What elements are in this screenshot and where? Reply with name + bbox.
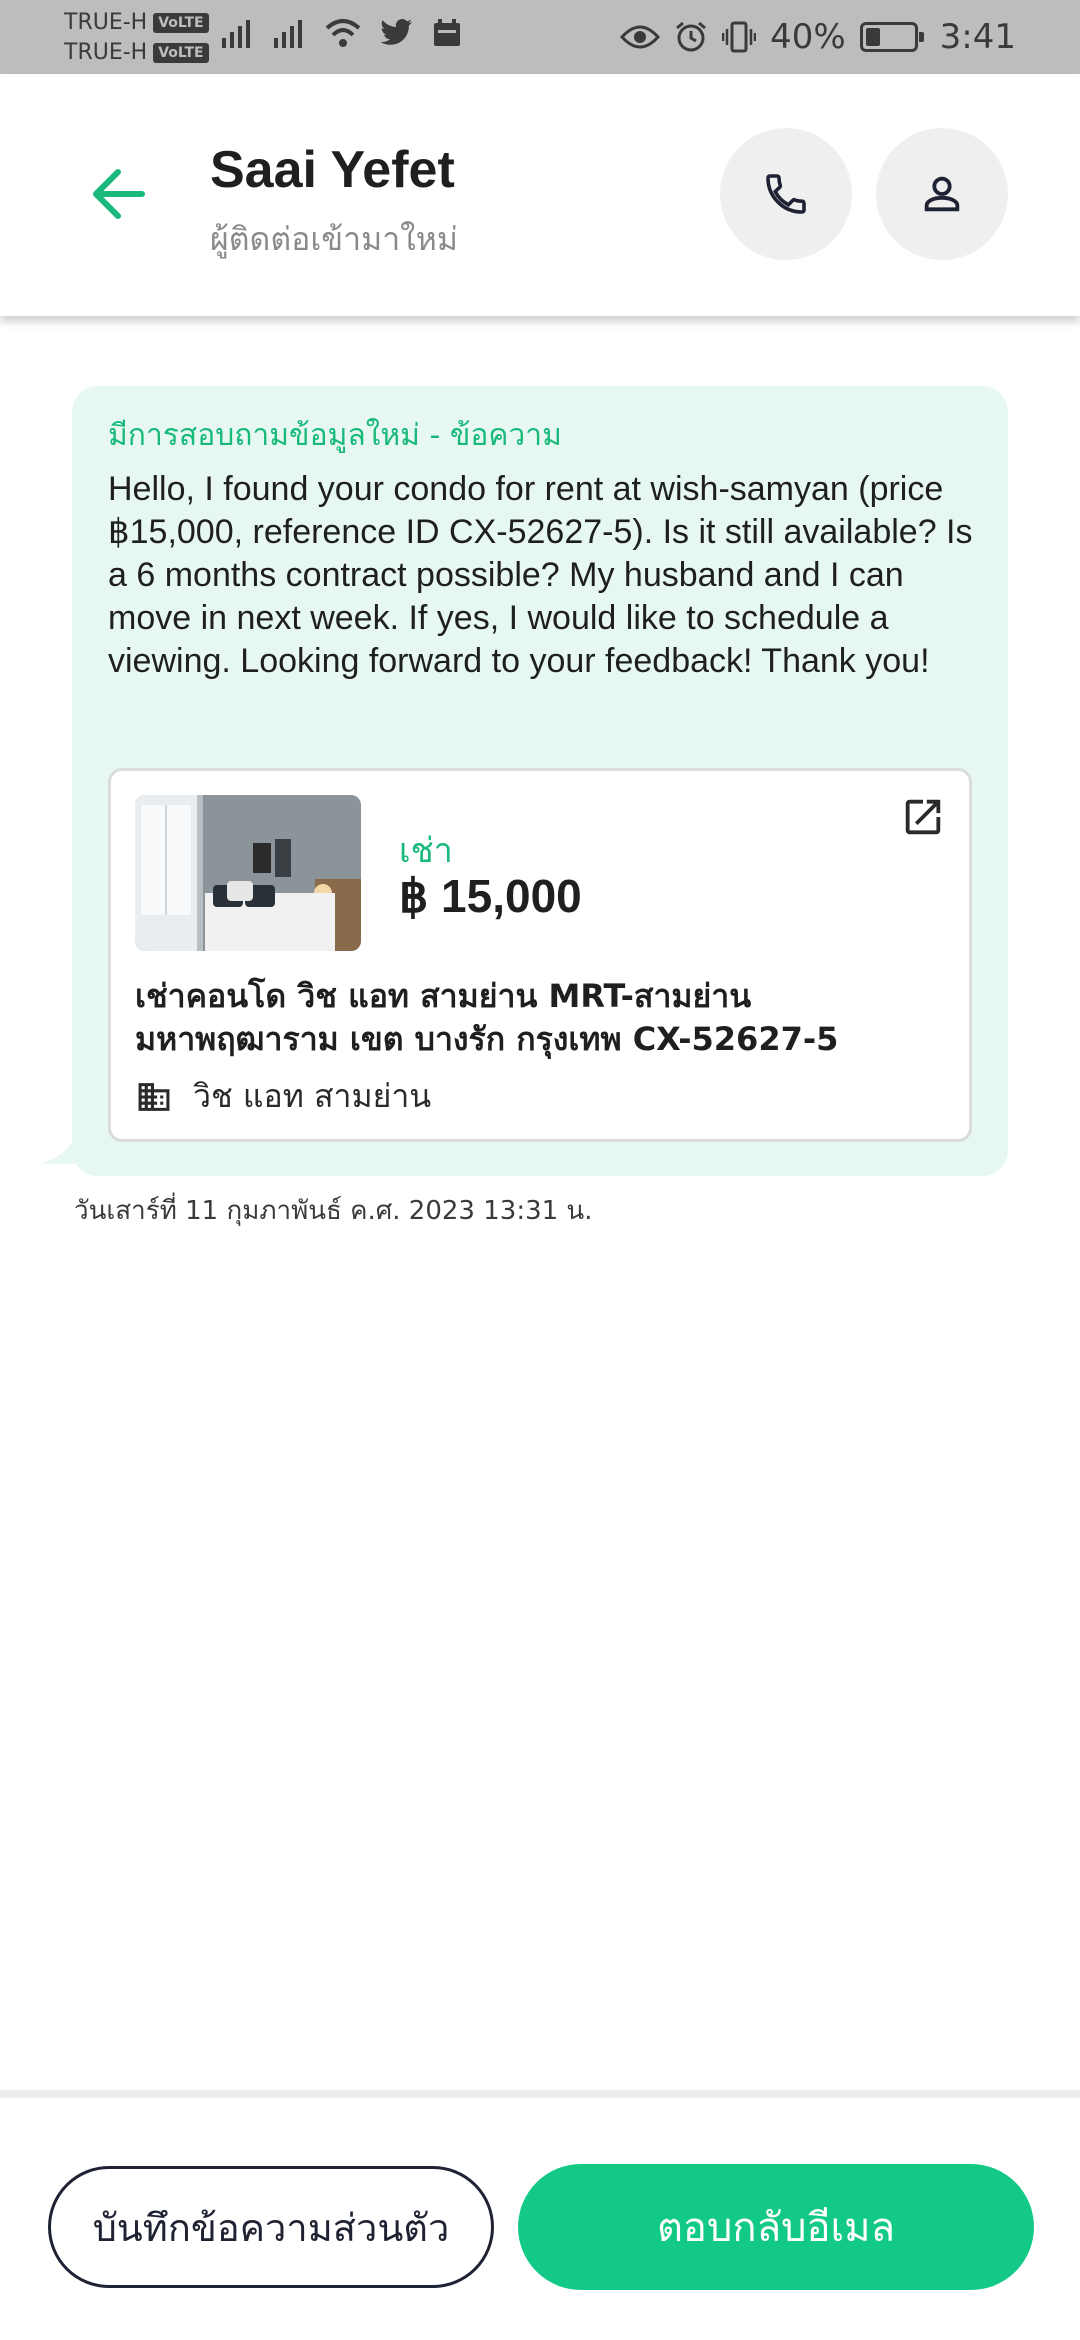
building-icon xyxy=(138,1082,170,1111)
volte-badge: VoLTE xyxy=(153,43,209,63)
wifi-icon xyxy=(325,19,361,47)
volte-badge: VoLTE xyxy=(153,13,209,33)
calendar-icon xyxy=(434,19,460,46)
carrier-1-label: TRUE-H xyxy=(64,10,148,35)
reply-email-button[interactable]: ตอบกลับอีเมล xyxy=(518,2164,1034,2290)
person-icon xyxy=(924,176,960,212)
contact-name: Saai Yefet xyxy=(210,141,455,199)
battery-icon xyxy=(859,22,924,52)
carrier-info: TRUE-H VoLTE TRUE-H VoLTE xyxy=(64,8,209,68)
contact-profile-button[interactable] xyxy=(876,128,1008,260)
clock: 3:41 xyxy=(939,17,1016,57)
vibrate-icon xyxy=(722,21,757,53)
conversation-header: Saai Yefet ผู้ติดต่อเข้ามาใหม่ xyxy=(0,74,1080,316)
signal-icon xyxy=(274,20,302,48)
message-body: Hello, I found your condo for rent at wi… xyxy=(108,470,973,680)
phone-icon xyxy=(766,174,806,214)
battery-level-fill xyxy=(865,28,881,46)
open-listing-button[interactable] xyxy=(895,789,951,845)
private-note-button[interactable]: บันทึกข้อความส่วนตัว xyxy=(48,2166,494,2288)
listing-price: ฿ 15,000 xyxy=(399,870,582,922)
open-external-icon xyxy=(905,799,941,835)
building-name: วิช แอท สามย่าน xyxy=(193,1077,432,1115)
building-row: วิช แอท สามย่าน xyxy=(135,1071,431,1122)
status-icons-left xyxy=(220,16,462,50)
contact-status: ผู้ติดต่อเข้ามาใหม่ xyxy=(210,220,458,258)
inquiry-title: มีการสอบถามข้อมูลใหม่ - ข้อความ xyxy=(108,418,562,453)
twitter-icon xyxy=(380,19,412,45)
listing-card[interactable]: เช่า ฿ 15,000 เช่าคอนโด วิช แอท สามย่าน … xyxy=(108,768,972,1142)
call-button[interactable] xyxy=(720,128,852,260)
status-icons-right: 40% 3:41 xyxy=(620,12,1016,62)
signal-icon xyxy=(222,20,250,48)
battery-percent: 40% xyxy=(770,17,846,57)
eye-icon xyxy=(620,25,661,49)
message-timestamp: วันเสาร์ที่ 11 กุมภาพันธ์ ค.ศ. 2023 13:3… xyxy=(74,1196,593,1226)
arrow-left-icon xyxy=(93,169,145,219)
carrier-2-label: TRUE-H xyxy=(64,40,148,65)
back-button[interactable] xyxy=(86,162,150,226)
bedroom-photo xyxy=(135,795,361,951)
alarm-icon xyxy=(676,21,707,52)
listing-title: เช่าคอนโด วิช แอท สามย่าน MRT-สามย่าน มห… xyxy=(135,977,839,1058)
listing-photo xyxy=(135,795,361,951)
message-bubble: มีการสอบถามข้อมูลใหม่ - ข้อความ Hello, I… xyxy=(72,386,1008,1176)
bottom-action-bar: บันทึกข้อความส่วนตัว ตอบกลับอีเมล xyxy=(0,2090,1080,2340)
status-bar: TRUE-H VoLTE TRUE-H VoLTE 40% 3:41 xyxy=(0,0,1080,74)
